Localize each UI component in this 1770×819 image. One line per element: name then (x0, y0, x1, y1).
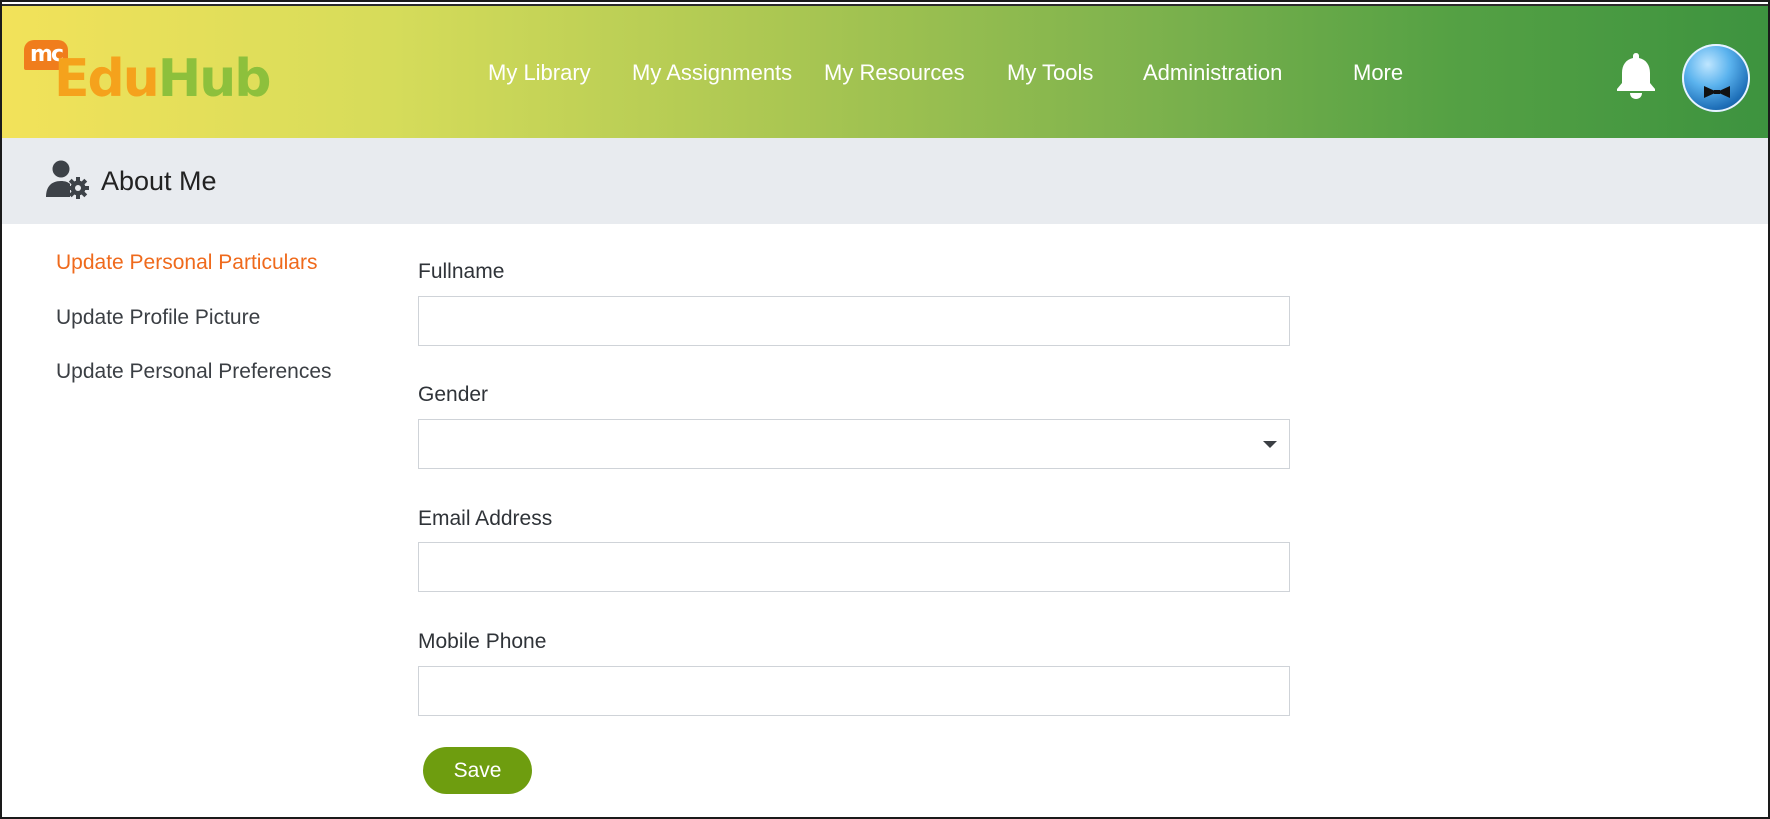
user-avatar[interactable] (1682, 44, 1750, 112)
mobile-phone-field[interactable] (418, 666, 1290, 716)
page-header: About Me (2, 138, 1768, 224)
page-title: About Me (101, 166, 217, 196)
nav-my-assignments[interactable]: My Assignments (632, 6, 792, 140)
gender-label: Gender (418, 383, 489, 406)
bell-icon[interactable] (1612, 50, 1660, 100)
nav-administration[interactable]: Administration (1143, 6, 1282, 140)
bowtie-icon (1704, 86, 1730, 98)
sidebar-item-update-profile-picture[interactable]: Update Profile Picture (56, 306, 260, 330)
email-field[interactable] (418, 542, 1290, 592)
nav-more[interactable]: More (1353, 6, 1403, 140)
caret-down-icon (1263, 441, 1277, 448)
email-label: Email Address (418, 507, 553, 530)
sidebar-item-update-personal-preferences[interactable]: Update Personal Preferences (56, 360, 332, 384)
mobile-phone-label: Mobile Phone (418, 630, 547, 653)
logo-wordmark: EduHub (54, 46, 272, 112)
fullname-label: Fullname (418, 260, 505, 283)
nav-my-resources[interactable]: My Resources (824, 6, 965, 140)
nav-my-library[interactable]: My Library (488, 6, 591, 140)
gender-select[interactable] (418, 419, 1290, 469)
logo-wordmark-edu: Edu (54, 49, 160, 109)
top-navigation-bar: mc EduHub My Library My Assignments My R… (2, 4, 1768, 140)
eduhub-logo[interactable]: mc EduHub (24, 40, 274, 116)
save-button[interactable]: Save (423, 747, 532, 794)
logo-wordmark-hub: Hub (157, 49, 272, 109)
user-settings-icon (46, 160, 90, 200)
fullname-field[interactable] (418, 296, 1290, 346)
sidebar-item-update-personal-particulars[interactable]: Update Personal Particulars (56, 251, 317, 275)
nav-my-tools[interactable]: My Tools (1007, 6, 1093, 140)
app-window: mc EduHub My Library My Assignments My R… (0, 0, 1770, 819)
